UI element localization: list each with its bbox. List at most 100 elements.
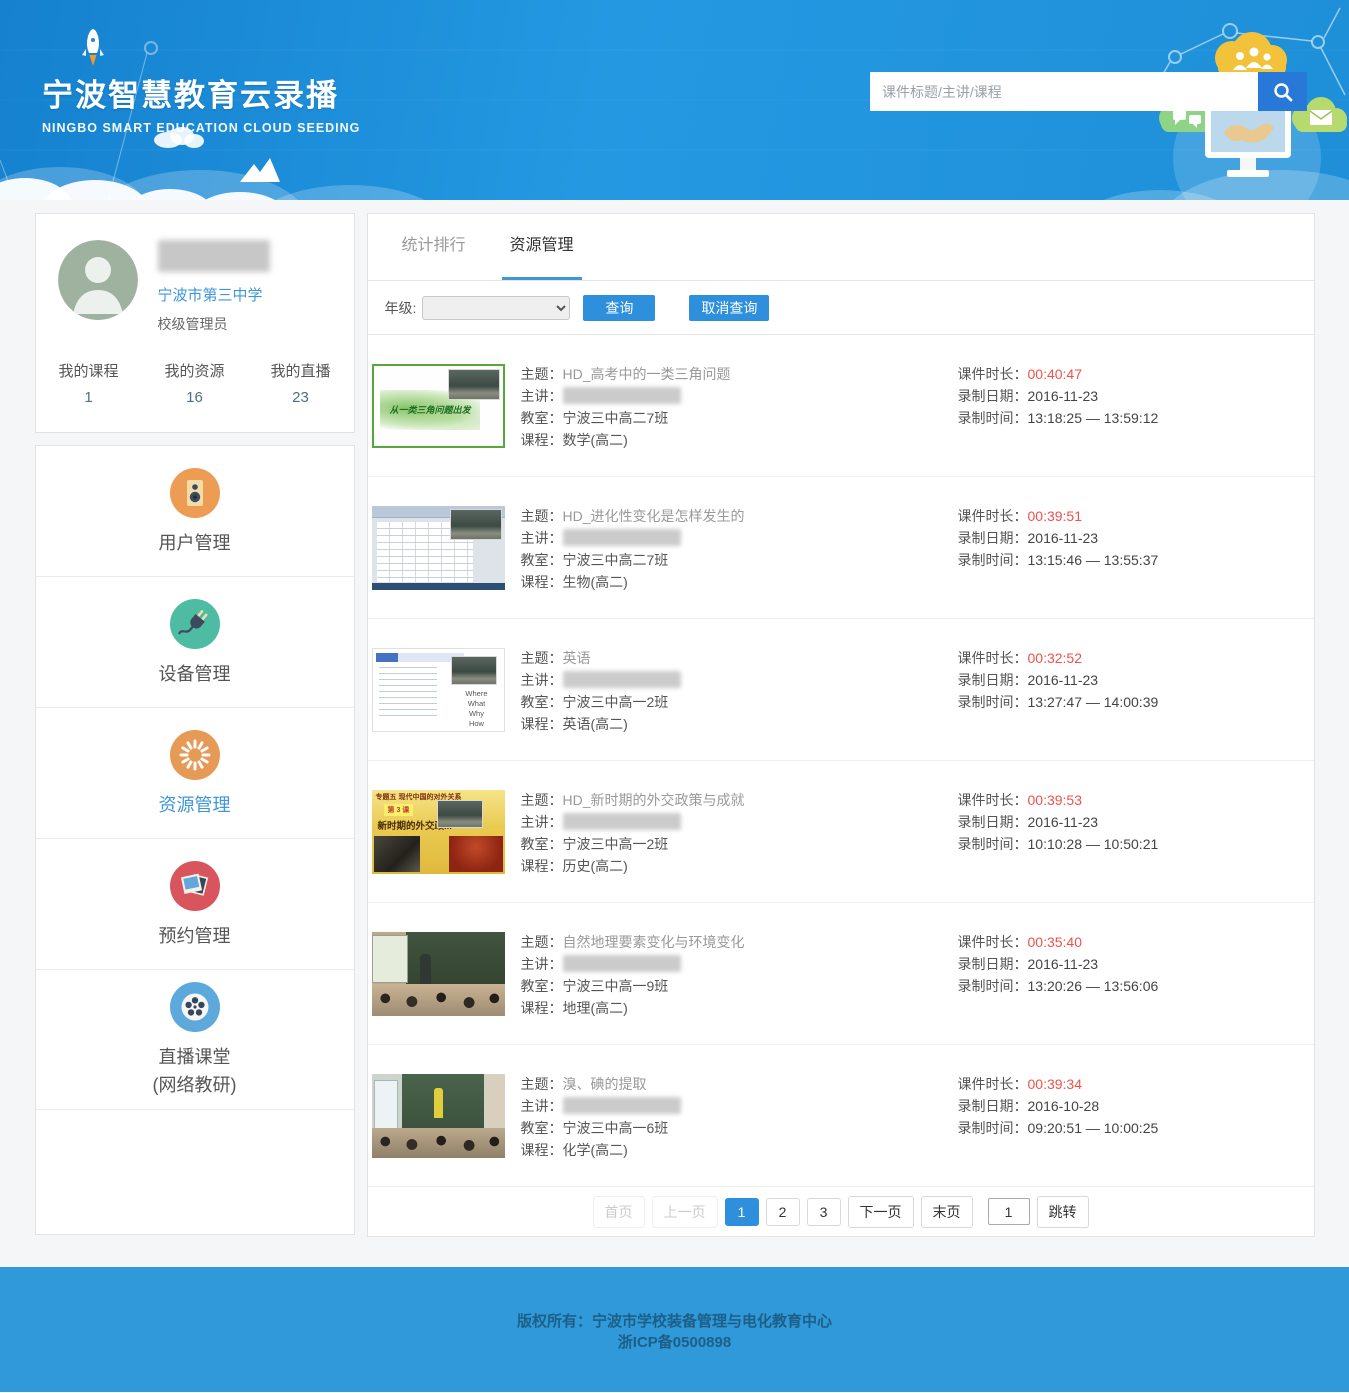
- topic-value: 自然地理要素变化与环境变化: [563, 934, 745, 950]
- search-button[interactable]: [1258, 72, 1307, 111]
- field-label: 课件时长：: [958, 366, 1028, 382]
- course-thumbnail[interactable]: [372, 1074, 505, 1158]
- resource-info: 主题：HD_新时期的外交政策与成就 主讲： 教室：宁波三中高一2班 课程：历史(…: [521, 790, 958, 902]
- tab-bar: 统计排行 资源管理: [368, 214, 1314, 281]
- grade-select[interactable]: [422, 296, 570, 320]
- sidebar-item-user-management[interactable]: 用户管理: [36, 446, 354, 577]
- field-label: 教室：: [521, 1120, 563, 1136]
- profile-top: 宁波市第三中学 校级管理员: [36, 214, 354, 334]
- avatar: [58, 240, 138, 320]
- query-button[interactable]: 查询: [583, 295, 655, 321]
- course-thumbnail[interactable]: 从一类三角问题出发: [372, 364, 505, 448]
- record-date-value: 2016-11-23: [1028, 814, 1099, 830]
- stat-my-resources: 我的资源 16: [142, 360, 248, 406]
- topic-value: HD_新时期的外交政策与成就: [563, 792, 745, 808]
- pagination-prev-button[interactable]: 上一页: [652, 1196, 718, 1228]
- resource-info: 主题：HD_进化性变化是怎样发生的 主讲： 教室：宁波三中高二7班 课程：生物(…: [521, 506, 958, 618]
- thumb-caption: 从一类三角问题出发: [374, 403, 487, 416]
- record-date-value: 2016-11-23: [1028, 388, 1099, 404]
- pagination-jump-button[interactable]: 跳转: [1037, 1196, 1089, 1228]
- pagination-last-button[interactable]: 末页: [921, 1196, 973, 1228]
- resource-info: 主题：HD_高考中的一类三角问题 主讲： 教室：宁波三中高二7班 课程：数学(高…: [521, 364, 958, 476]
- course-thumbnail[interactable]: 专题五 现代中国的对外关系 第 3 课 新时期的外交政...: [372, 790, 505, 874]
- course-thumbnail[interactable]: [372, 506, 505, 590]
- thumb-decor: [485, 1074, 505, 1130]
- main-panel: 统计排行 资源管理 年级: 查询 取消查询 从一类三角问题出发 主题：HD_高考…: [367, 213, 1315, 1237]
- field-label: 录制日期：: [958, 1098, 1028, 1114]
- field-label: 主讲：: [521, 1098, 563, 1114]
- thumb-decor: [402, 1074, 484, 1130]
- stat-my-live: 我的直播 23: [248, 360, 354, 406]
- duration-value: 00:39:53: [1028, 792, 1083, 808]
- field-label: 录制日期：: [958, 814, 1028, 830]
- thumb-decor: [372, 583, 505, 590]
- resource-row: 专题五 现代中国的对外关系 第 3 课 新时期的外交政... 主题：HD_新时期…: [368, 761, 1314, 903]
- stat-my-courses: 我的课程 1: [36, 360, 142, 406]
- record-date-value: 2016-10-28: [1028, 1098, 1100, 1114]
- app-subtitle: NINGBO SMART EDUCATION CLOUD SEEDING: [42, 121, 360, 135]
- user-avatar-icon: [58, 240, 138, 320]
- field-label: 教室：: [521, 552, 563, 568]
- record-time-value: 13:15:46 — 13:55:37: [1028, 552, 1159, 568]
- search-input[interactable]: [870, 72, 1258, 111]
- copyright-text: 版权所有：宁波市学校装备管理与电化教育中心: [0, 1311, 1349, 1332]
- teacher-name-redacted: [563, 387, 681, 404]
- thumb-decor: [374, 1080, 398, 1132]
- field-label: 课程：: [521, 858, 563, 874]
- school-link[interactable]: 宁波市第三中学: [158, 284, 270, 305]
- field-label: 录制日期：: [958, 956, 1028, 972]
- field-label: 课程：: [521, 574, 563, 590]
- clouds-icon: [0, 167, 1349, 200]
- sidebar-item-reservation-management[interactable]: 预约管理: [36, 839, 354, 970]
- record-time-value: 10:10:28 — 10:50:21: [1028, 836, 1159, 852]
- pagination-next-button[interactable]: 下一页: [848, 1196, 914, 1228]
- teacher-name-redacted: [563, 955, 681, 972]
- stat-value: 1: [36, 389, 142, 406]
- duration-value: 00:39:34: [1028, 1076, 1083, 1092]
- profile-identity: 宁波市第三中学 校级管理员: [158, 240, 270, 334]
- sidebar-item-label: 设备管理: [159, 660, 231, 686]
- field-label: 主题：: [521, 1076, 563, 1092]
- pagination-page-2[interactable]: 2: [766, 1198, 800, 1226]
- sidebar-item-resource-management[interactable]: 资源管理: [36, 708, 354, 839]
- sidebar-item-live-classroom[interactable]: 直播课堂 (网络教研): [36, 970, 354, 1110]
- sidebar-item-label: 用户管理: [159, 529, 231, 555]
- thumb-decor: [374, 836, 420, 872]
- site-footer: 版权所有：宁波市学校装备管理与电化教育中心 浙ICP备0500898: [0, 1267, 1349, 1392]
- tab-resource-management[interactable]: 资源管理: [502, 214, 582, 280]
- record-date-value: 2016-11-23: [1028, 956, 1099, 972]
- filter-bar: 年级: 查询 取消查询: [368, 281, 1314, 335]
- field-label: 教室：: [521, 978, 563, 994]
- field-label: 课件时长：: [958, 508, 1028, 524]
- field-label: 主题：: [521, 366, 563, 382]
- content-area: 宁波市第三中学 校级管理员 我的课程 1 我的资源 16 我的直播 23: [35, 213, 1315, 1237]
- pagination-page-1[interactable]: 1: [725, 1198, 759, 1226]
- classroom-value: 宁波三中高一2班: [563, 694, 669, 710]
- field-label: 主题：: [521, 934, 563, 950]
- thumb-decor: [372, 935, 408, 983]
- topic-value: 溴、碘的提取: [563, 1076, 647, 1092]
- resource-row: 主题：HD_进化性变化是怎样发生的 主讲： 教室：宁波三中高二7班 课程：生物(…: [368, 477, 1314, 619]
- course-thumbnail[interactable]: Where What Why How: [372, 648, 505, 732]
- pagination-first-button[interactable]: 首页: [593, 1196, 645, 1228]
- tab-statistics-ranking[interactable]: 统计排行: [394, 214, 474, 280]
- stat-label: 我的课程: [36, 360, 142, 381]
- plug-icon: [170, 599, 220, 649]
- resource-row: Where What Why How 主题：英语 主讲： 教室：宁波三中高一2班…: [368, 619, 1314, 761]
- sidebar-item-device-management[interactable]: 设备管理: [36, 577, 354, 708]
- cancel-query-button[interactable]: 取消查询: [689, 295, 769, 321]
- search-icon: [1271, 80, 1295, 104]
- classroom-value: 宁波三中高二7班: [563, 552, 669, 568]
- pagination-jump-input[interactable]: [988, 1198, 1030, 1225]
- classroom-value: 宁波三中高一9班: [563, 978, 669, 994]
- record-time-value: 13:20:26 — 13:56:06: [1028, 978, 1159, 994]
- sidebar-item-label: 直播课堂: [159, 1043, 231, 1069]
- pagination-page-3[interactable]: 3: [807, 1198, 841, 1226]
- thumb-decor: [379, 667, 437, 719]
- course-value: 化学(高二): [563, 1142, 628, 1158]
- field-label: 录制日期：: [958, 530, 1028, 546]
- topic-value: HD_进化性变化是怎样发生的: [563, 508, 745, 524]
- record-time-value: 13:18:25 — 13:59:12: [1028, 410, 1159, 426]
- classroom-inset: [451, 656, 497, 685]
- course-thumbnail[interactable]: [372, 932, 505, 1016]
